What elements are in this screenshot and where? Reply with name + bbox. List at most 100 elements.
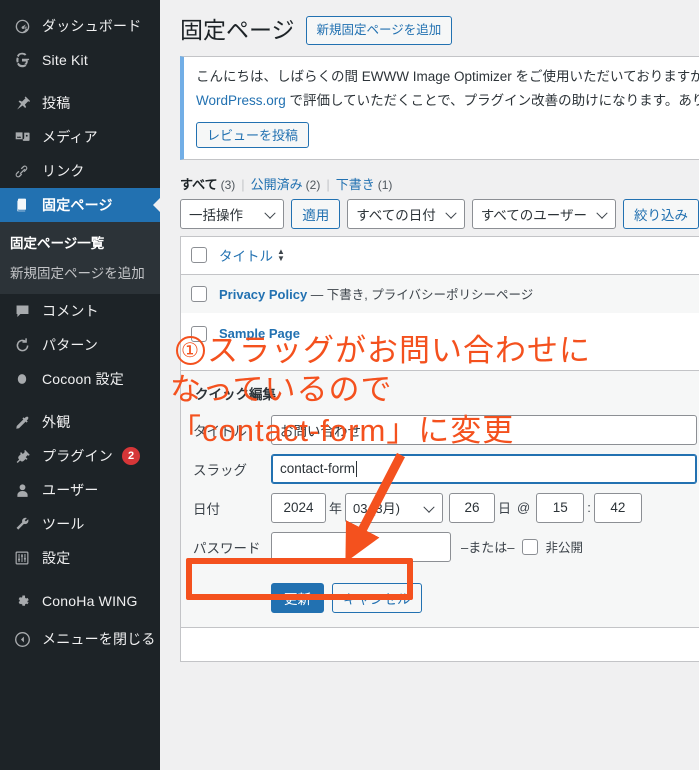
row-title-cell: Privacy Policy — 下書き, プライバシーポリシーページ <box>219 284 533 303</box>
select-all-checkbox[interactable] <box>191 247 207 264</box>
comment-icon <box>10 301 34 321</box>
sidebar-item-users[interactable]: ユーザー <box>0 473 160 507</box>
notice-line-2-rest: で評価していただくことで、プラグイン改善の助けになります。ありが <box>285 92 699 108</box>
text-caret <box>356 460 358 477</box>
quick-edit-private-label: 非公開 <box>545 541 583 556</box>
status-link-published-count: (2) <box>305 177 321 192</box>
sidebar-item-label: 投稿 <box>42 95 71 111</box>
menu-spacer <box>0 77 160 86</box>
add-new-page-button[interactable]: 新規固定ページを追加 <box>305 16 453 46</box>
status-link-all-count: (3) <box>220 177 236 192</box>
annotation-line-1-text: スラッグがお問い合わせに <box>207 333 591 368</box>
status-filter-links: すべて (3) | 公開済み (2) | 下書き (1) <box>180 174 699 193</box>
filter-button[interactable]: 絞り込み <box>623 198 699 229</box>
media-icon <box>10 127 34 147</box>
plugin-review-notice: こんにちは、しばらくの間 EWWW Image Optimizer をご使用いた… <box>180 55 699 160</box>
sidebar-item-appearance[interactable]: 外観 <box>0 405 160 439</box>
sidebar-item-label: Site Kit <box>42 52 88 68</box>
page-header: 固定ページ 新規固定ページを追加 <box>180 16 699 46</box>
row-checkbox-cell <box>191 285 219 302</box>
status-link-published[interactable]: 公開済み (2) <box>251 174 321 193</box>
sidebar-item-label: プラグイン <box>42 448 113 464</box>
status-link-all[interactable]: すべて (3) <box>180 174 235 193</box>
quick-edit-minute-input[interactable]: 42 <box>593 492 642 523</box>
row-checkbox[interactable] <box>191 285 207 302</box>
annotation-line-3: 「contact-form」に変更 <box>170 413 515 448</box>
sidebar-item-label: リンク <box>42 163 85 179</box>
dashboard-icon <box>10 16 34 36</box>
row-title-link[interactable]: Privacy Policy <box>219 287 307 302</box>
quick-edit-day-input[interactable]: 26 <box>449 492 496 523</box>
sort-indicator-icon: ▲ ▼ <box>277 247 285 264</box>
table-nav-top: 一括操作 適用 すべての日付 すべてのユーザー 絞り込み <box>180 198 699 229</box>
sidebar-item-label: メニューを閉じる <box>42 631 156 647</box>
sidebar-item-media[interactable]: メディア <box>0 120 160 154</box>
sidebar-item-links[interactable]: リンク <box>0 154 160 188</box>
sidebar-item-label: メディア <box>42 129 98 145</box>
status-link-all-label[interactable]: すべて <box>180 177 218 192</box>
sidebar-item-label: ConoHa WING <box>42 593 138 609</box>
sidebar-item-patterns[interactable]: パターン <box>0 328 160 362</box>
tools-icon <box>10 514 34 534</box>
annotation-marker: ① <box>176 336 205 365</box>
quick-edit-private-checkbox[interactable] <box>522 538 539 555</box>
sidebar-item-label: ダッシュボード <box>42 18 142 34</box>
column-header-title[interactable]: タイトル ▲ ▼ <box>219 245 285 265</box>
sidebar-item-label: パターン <box>42 337 99 353</box>
date-filter-select[interactable]: すべての日付 <box>347 198 465 229</box>
table-row[interactable]: Privacy Policy — 下書き, プライバシーポリシーページ <box>181 274 699 313</box>
submenu-item-add-new-page[interactable]: 新規固定ページを追加 <box>0 257 160 287</box>
quick-edit-month-select[interactable]: 03 (3月) <box>345 492 444 523</box>
submenu-item-all-pages[interactable]: 固定ページ一覧 <box>0 227 160 257</box>
page-title: 固定ページ <box>180 17 295 43</box>
post-review-button[interactable]: レビューを投稿 <box>196 121 310 148</box>
sidebar-item-settings[interactable]: 設定 <box>0 541 160 575</box>
status-separator-1: | <box>241 176 245 192</box>
quick-edit-date-row: 日付 2024 年 03 (3月) 26 日 @ 15 : 42 <box>193 492 697 523</box>
quick-edit-password-label: パスワード <box>193 540 261 556</box>
bulk-action-select[interactable]: 一括操作 <box>180 198 285 229</box>
quick-edit-slug-label: スラッグ <box>193 462 247 478</box>
admin-sidebar: ダッシュボード Site Kit 投稿 メディア リンク 固定ページ 固定ページ… <box>0 0 160 770</box>
plugin-icon <box>10 446 34 466</box>
status-link-published-label[interactable]: 公開済み <box>251 177 303 192</box>
column-header-title-label: タイトル <box>219 249 273 265</box>
annotation-line-2: なっているので <box>170 372 393 407</box>
menu-spacer <box>0 396 160 405</box>
user-filter-select[interactable]: すべてのユーザー <box>471 198 616 229</box>
sidebar-item-site-kit[interactable]: Site Kit <box>0 43 160 77</box>
quick-edit-slug-input[interactable]: contact-form <box>271 453 697 484</box>
sidebar-item-label: 固定ページ <box>42 197 113 213</box>
sidebar-item-label: ツール <box>42 516 85 532</box>
sidebar-item-plugins[interactable]: プラグイン 2 <box>0 439 160 473</box>
quick-edit-time-separator: : <box>587 500 591 516</box>
sidebar-item-collapse-menu[interactable]: メニューを閉じる <box>0 622 160 656</box>
status-link-draft-label[interactable]: 下書き <box>336 177 375 192</box>
user-icon <box>10 480 34 500</box>
notice-line-2: WordPress.org で評価していただくことで、プラグイン改善の助けになり… <box>196 91 699 112</box>
quick-edit-slug-row: スラッグ contact-form <box>193 453 697 484</box>
sidebar-item-comments[interactable]: コメント <box>0 294 160 328</box>
table-header-row: タイトル ▲ ▼ <box>181 236 699 275</box>
sidebar-item-pages[interactable]: 固定ページ <box>0 188 160 222</box>
status-separator-2: | <box>326 176 330 192</box>
pattern-icon <box>10 335 34 355</box>
link-icon <box>10 161 34 181</box>
sidebar-item-conoha-wing[interactable]: ConoHa WING <box>0 584 160 618</box>
plugins-update-badge: 2 <box>122 447 140 465</box>
collapse-icon <box>10 629 34 649</box>
wordpress-org-link[interactable]: WordPress.org <box>196 93 286 108</box>
sidebar-item-cocoon-settings[interactable]: Cocoon 設定 <box>0 362 160 396</box>
sidebar-item-tools[interactable]: ツール <box>0 507 160 541</box>
sidebar-item-posts[interactable]: 投稿 <box>0 86 160 120</box>
sidebar-item-dashboard[interactable]: ダッシュボード <box>0 9 160 43</box>
annotation-highlight-box <box>186 558 413 600</box>
quick-edit-year-input[interactable]: 2024 <box>271 492 326 523</box>
quick-edit-day-unit: 日 <box>498 501 512 517</box>
apply-button[interactable]: 適用 <box>291 198 341 229</box>
status-link-draft[interactable]: 下書き (1) <box>336 174 393 193</box>
quick-edit-hour-input[interactable]: 15 <box>536 492 585 523</box>
sidebar-item-label: 外観 <box>42 414 71 430</box>
quick-edit-year-unit: 年 <box>329 501 343 517</box>
annotation-line-1: ① スラッグがお問い合わせに <box>176 332 591 370</box>
